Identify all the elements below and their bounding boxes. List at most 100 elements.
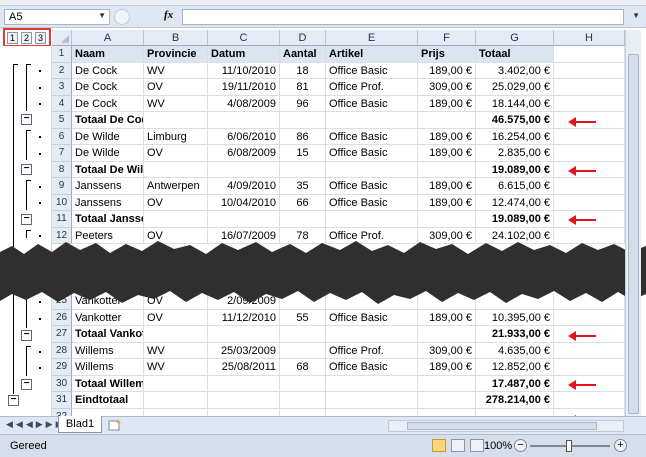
table-cell[interactable]: Totaal Willems bbox=[72, 375, 144, 392]
table-cell[interactable]: 278.214,00 € bbox=[476, 392, 554, 409]
table-cell[interactable]: 2.835,00 € bbox=[476, 145, 554, 162]
column-header-d[interactable]: D bbox=[280, 30, 326, 46]
zoom-out-icon[interactable]: − bbox=[514, 439, 527, 452]
table-cell[interactable]: Office Basic bbox=[326, 309, 418, 326]
table-cell[interactable]: 46.575,00 € bbox=[476, 112, 554, 129]
table-cell[interactable]: Totaal De Cock bbox=[72, 112, 144, 129]
table-cell[interactable]: 19.089,00 € bbox=[476, 161, 554, 178]
table-cell[interactable]: OV bbox=[144, 79, 208, 96]
table-cell[interactable] bbox=[280, 161, 326, 178]
column-header-e[interactable]: E bbox=[326, 30, 418, 46]
formula-input[interactable] bbox=[182, 9, 624, 25]
vertical-scrollbar[interactable] bbox=[625, 30, 641, 416]
row-number[interactable]: 3 bbox=[52, 79, 72, 96]
table-cell[interactable]: 4/09/2010 bbox=[208, 178, 280, 195]
table-cell[interactable]: 10/04/2010 bbox=[208, 194, 280, 211]
table-cell[interactable]: Totaal Vankotter bbox=[72, 326, 144, 343]
table-cell[interactable]: De Cock bbox=[72, 62, 144, 79]
collapse-group-button[interactable]: − bbox=[21, 164, 32, 175]
column-header-h[interactable]: H bbox=[554, 30, 625, 46]
outline-level-3-button[interactable]: 3 bbox=[35, 32, 46, 44]
column-header-a[interactable]: A bbox=[72, 30, 144, 46]
table-cell[interactable]: Office Basic bbox=[326, 128, 418, 145]
table-cell[interactable] bbox=[280, 375, 326, 392]
expand-formula-icon[interactable]: ▼ bbox=[632, 11, 640, 20]
header-cell[interactable]: Artikel bbox=[326, 46, 418, 63]
table-cell[interactable]: WV bbox=[144, 359, 208, 376]
table-cell[interactable]: Office Prof. bbox=[326, 79, 418, 96]
column-header-g[interactable]: G bbox=[476, 30, 554, 46]
page-layout-view-icon[interactable] bbox=[451, 439, 466, 452]
table-cell[interactable]: Office Basic bbox=[326, 359, 418, 376]
zoom-in-icon[interactable]: + bbox=[614, 439, 627, 452]
row-number[interactable]: 29 bbox=[52, 359, 72, 376]
table-cell[interactable]: Janssens bbox=[72, 178, 144, 195]
table-cell[interactable]: 25/03/2009 bbox=[208, 342, 280, 359]
table-cell[interactable] bbox=[326, 375, 418, 392]
collapse-group-button[interactable]: − bbox=[21, 214, 32, 225]
table-cell[interactable] bbox=[208, 326, 280, 343]
table-cell[interactable]: Office Basic bbox=[326, 194, 418, 211]
row-number[interactable]: 1 bbox=[52, 46, 72, 63]
table-cell[interactable]: OV bbox=[144, 194, 208, 211]
table-cell[interactable] bbox=[554, 128, 625, 145]
header-cell[interactable]: Naam bbox=[72, 46, 144, 63]
table-cell[interactable]: 6/08/2009 bbox=[208, 145, 280, 162]
header-cell[interactable]: Aantal bbox=[280, 46, 326, 63]
table-cell[interactable] bbox=[326, 392, 418, 409]
table-cell[interactable]: 21.933,00 € bbox=[476, 326, 554, 343]
table-cell[interactable]: 12.474,00 € bbox=[476, 194, 554, 211]
table-cell[interactable]: 66 bbox=[280, 194, 326, 211]
table-cell[interactable] bbox=[280, 342, 326, 359]
table-cell[interactable]: OV bbox=[144, 145, 208, 162]
column-header-c[interactable]: C bbox=[208, 30, 280, 46]
table-cell[interactable] bbox=[418, 375, 476, 392]
collapse-group-button[interactable]: − bbox=[21, 379, 32, 390]
select-all-corner[interactable] bbox=[52, 30, 72, 46]
row-number[interactable]: 6 bbox=[52, 128, 72, 145]
table-cell[interactable] bbox=[554, 79, 625, 96]
row-number[interactable]: 31 bbox=[52, 392, 72, 409]
normal-view-icon[interactable] bbox=[432, 439, 446, 452]
row-number[interactable]: 10 bbox=[52, 194, 72, 211]
table-cell[interactable]: Limburg bbox=[144, 128, 208, 145]
table-cell[interactable]: Willems bbox=[72, 342, 144, 359]
horizontal-scrollbar[interactable] bbox=[388, 420, 624, 432]
column-header-f[interactable]: F bbox=[418, 30, 476, 46]
table-cell[interactable]: De Wilde bbox=[72, 128, 144, 145]
table-cell[interactable] bbox=[144, 392, 208, 409]
table-cell[interactable]: 189,00 € bbox=[418, 145, 476, 162]
table-cell[interactable]: Vankotter bbox=[72, 309, 144, 326]
table-cell[interactable]: Eindtotaal bbox=[72, 392, 144, 409]
table-cell[interactable]: De Cock bbox=[72, 79, 144, 96]
table-cell[interactable] bbox=[554, 95, 625, 112]
outline-level-2-button[interactable]: 2 bbox=[21, 32, 32, 44]
row-number[interactable]: 5 bbox=[52, 112, 72, 129]
row-number[interactable]: 2 bbox=[52, 62, 72, 79]
table-cell[interactable] bbox=[208, 392, 280, 409]
table-cell[interactable] bbox=[326, 112, 418, 129]
table-cell[interactable] bbox=[554, 194, 625, 211]
table-cell[interactable] bbox=[418, 211, 476, 228]
horizontal-scroll-thumb[interactable] bbox=[407, 422, 597, 430]
sheet-nav-arrows-icon[interactable]: ◀◀◀▶▶▶ bbox=[6, 419, 66, 430]
row-number[interactable]: 26 bbox=[52, 309, 72, 326]
table-cell[interactable] bbox=[418, 326, 476, 343]
header-cell[interactable]: Provincie bbox=[144, 46, 208, 63]
table-cell[interactable] bbox=[554, 62, 625, 79]
table-cell[interactable]: 189,00 € bbox=[418, 178, 476, 195]
table-cell[interactable] bbox=[280, 326, 326, 343]
table-cell[interactable]: 19.089,00 € bbox=[476, 211, 554, 228]
table-cell[interactable] bbox=[418, 112, 476, 129]
table-cell[interactable]: 3.402,00 € bbox=[476, 62, 554, 79]
table-cell[interactable] bbox=[144, 211, 208, 228]
table-cell[interactable]: 189,00 € bbox=[418, 309, 476, 326]
table-cell[interactable] bbox=[280, 112, 326, 129]
chevron-down-icon[interactable]: ▼ bbox=[98, 11, 106, 20]
table-cell[interactable] bbox=[554, 392, 625, 409]
table-cell[interactable]: 309,00 € bbox=[418, 342, 476, 359]
zoom-level[interactable]: 100% bbox=[484, 440, 512, 452]
table-cell[interactable] bbox=[144, 375, 208, 392]
table-cell[interactable]: 25.029,00 € bbox=[476, 79, 554, 96]
table-cell[interactable] bbox=[554, 342, 625, 359]
